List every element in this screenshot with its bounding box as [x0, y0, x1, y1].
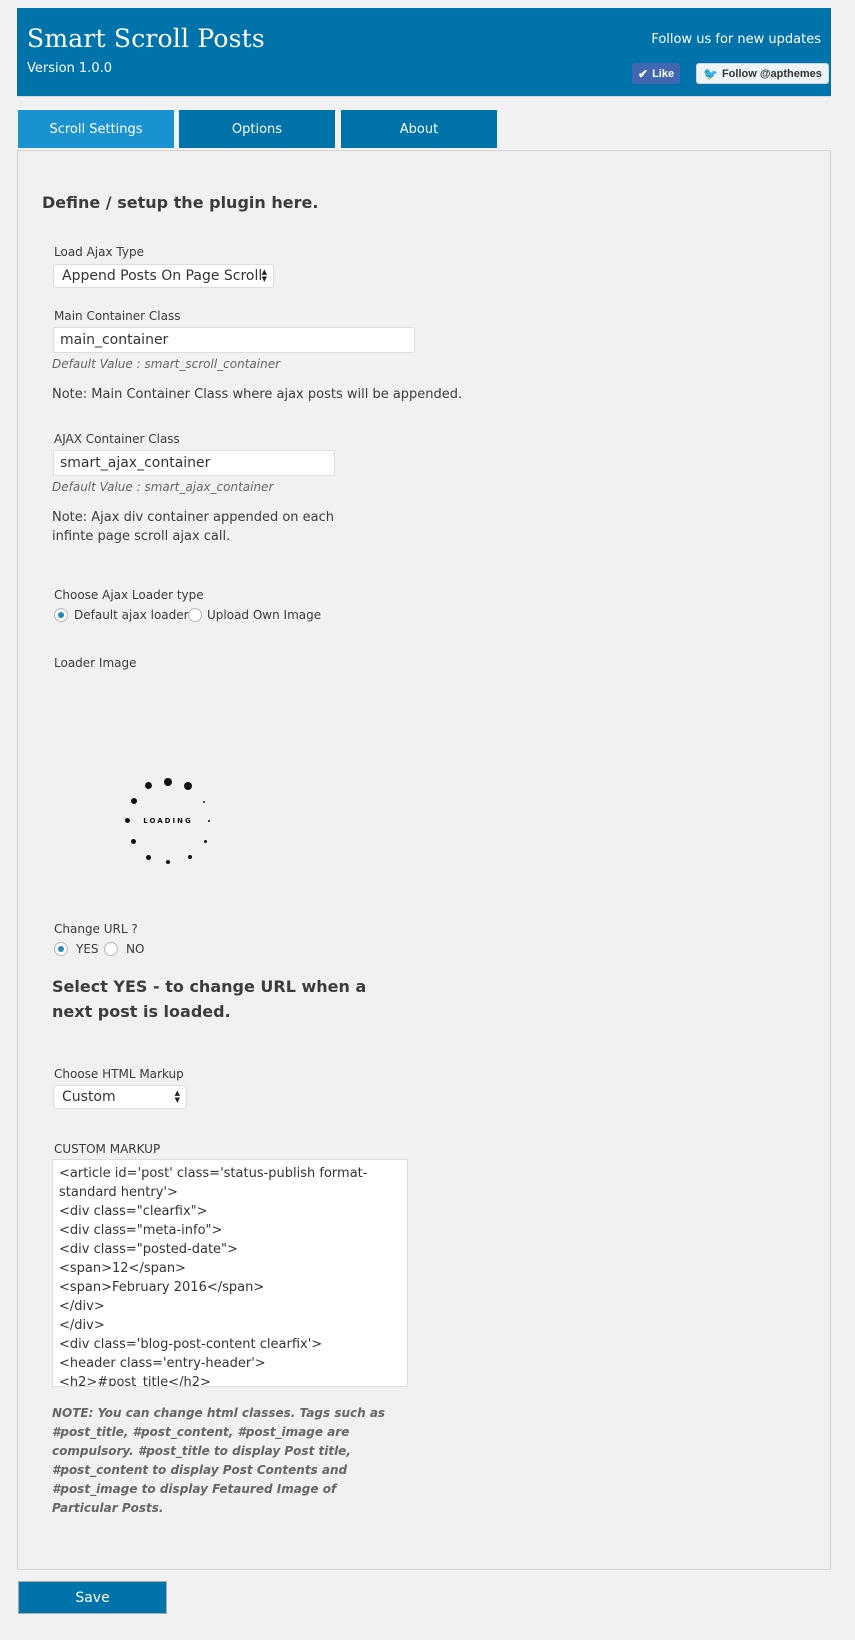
load-ajax-type-value: Append Posts On Page Scroll — [62, 268, 263, 284]
follow-text: Follow us for new updates — [651, 32, 821, 47]
tab-options[interactable]: Options — [179, 110, 335, 148]
markup-note-line3: compulsory. #post_title to display Post … — [52, 1444, 351, 1458]
facebook-like-button[interactable]: ✔ Like — [632, 63, 681, 84]
plugin-version: Version 1.0.0 — [27, 61, 113, 76]
markup-note-line1: NOTE: You can change html classes. Tags … — [52, 1406, 386, 1420]
load-ajax-type-label: Load Ajax Type — [54, 245, 144, 259]
thumbs-check-icon: ✔ — [638, 66, 649, 81]
twitter-bird-icon: 🐦 — [703, 66, 718, 81]
change-url-note-line1: Select YES - to change URL when a — [52, 977, 367, 996]
select-arrows-icon: ▲ ▼ — [174, 1089, 180, 1104]
ajax-container-default-hint: Default Value : smart_ajax_container — [52, 480, 274, 494]
markup-note-line6: Particular Posts. — [52, 1501, 164, 1515]
tab-about[interactable]: About — [341, 110, 497, 148]
plugin-header: Smart Scroll Posts Version 1.0.0 Follow … — [17, 8, 831, 97]
html-markup-value: Custom — [62, 1089, 116, 1105]
change-url-yes-label: YES — [76, 942, 99, 956]
loader-image-label: Loader Image — [54, 656, 137, 670]
main-container-label: Main Container Class — [54, 309, 181, 323]
ajax-container-input[interactable]: smart_ajax_container — [53, 450, 335, 476]
change-url-no-label: NO — [126, 942, 145, 956]
loader-upload-label: Upload Own Image — [207, 608, 322, 622]
twitter-follow-label: Follow @apthemes — [721, 67, 822, 80]
tab-scroll-settings[interactable]: Scroll Settings — [18, 110, 174, 148]
change-url-label: Change URL ? — [54, 922, 138, 936]
markup-note-line4: #post_content to display Post Contents a… — [52, 1463, 348, 1477]
custom-markup-textarea[interactable]: <article id='post' class='status-publish… — [52, 1159, 408, 1387]
plugin-title: Smart Scroll Posts — [27, 24, 265, 53]
loading-spinner-image: LOADING — [118, 770, 218, 870]
html-markup-label: Choose HTML Markup — [54, 1067, 184, 1081]
change-url-note-line2: next post is loaded. — [52, 1002, 231, 1021]
main-container-input[interactable]: main_container — [53, 327, 415, 353]
ajax-container-note-line2: infinte page scroll ajax call. — [52, 529, 231, 544]
load-ajax-type-select[interactable]: Append Posts On Page Scroll ▲ ▼ — [53, 264, 274, 288]
loader-default-radio[interactable] — [54, 608, 68, 622]
markup-note-line5: #post_image to display Fetaured Image of — [52, 1482, 337, 1496]
ajax-container-note-line1: Note: Ajax div container appended on eac… — [52, 510, 335, 525]
change-url-no-radio[interactable] — [104, 942, 118, 956]
loader-type-label: Choose Ajax Loader type — [54, 588, 204, 602]
html-markup-select[interactable]: Custom ▲ ▼ — [53, 1085, 187, 1109]
twitter-follow-button[interactable]: 🐦 Follow @apthemes — [696, 63, 829, 84]
change-url-yes-radio[interactable] — [54, 942, 68, 956]
select-arrows-icon: ▲ ▼ — [261, 268, 267, 283]
loading-text: LOADING — [143, 817, 193, 825]
loader-upload-radio[interactable] — [188, 608, 202, 622]
markup-note-line2: #post_title, #post_content, #post_image … — [52, 1425, 350, 1439]
custom-markup-label: CUSTOM MARKUP — [54, 1142, 161, 1156]
facebook-like-label: Like — [652, 67, 675, 80]
ajax-container-label: AJAX Container Class — [54, 432, 180, 446]
main-container-default-hint: Default Value : smart_scroll_container — [52, 357, 281, 371]
save-button[interactable]: Save — [18, 1581, 167, 1614]
loader-default-label: Default ajax loader — [74, 608, 189, 622]
section-heading: Define / setup the plugin here. — [42, 193, 319, 212]
main-container-note: Note: Main Container Class where ajax po… — [52, 387, 463, 402]
